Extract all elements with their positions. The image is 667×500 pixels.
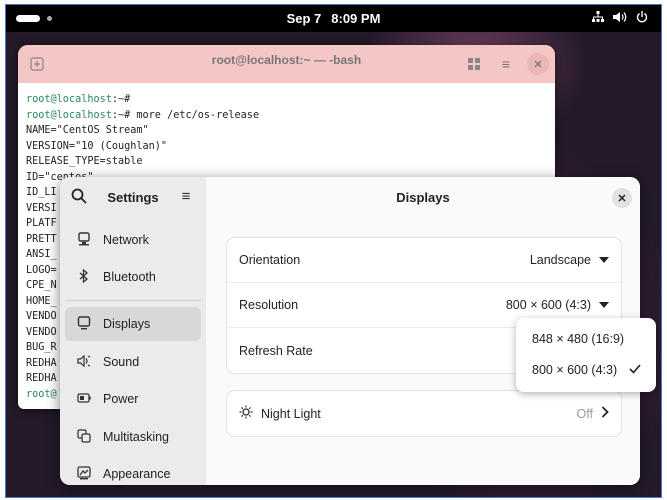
volume-icon bbox=[613, 11, 627, 26]
system-tray[interactable] bbox=[591, 11, 649, 26]
sidebar-title: Settings bbox=[107, 189, 159, 205]
terminal-text: PRETT bbox=[26, 233, 57, 245]
sidebar-item-label: Sound bbox=[103, 355, 140, 369]
sidebar-separator bbox=[65, 300, 201, 301]
orientation-value: Landscape bbox=[529, 253, 591, 267]
orientation-row[interactable]: Orientation Landscape bbox=[227, 238, 621, 283]
sidebar-item-power[interactable]: Power bbox=[65, 382, 201, 416]
terminal-text: HOME_ bbox=[26, 295, 57, 307]
terminal-text: VERSI bbox=[26, 202, 57, 214]
terminal-text: LOGO= bbox=[26, 264, 57, 276]
sidebar-item-label: Multitasking bbox=[103, 430, 169, 444]
terminal-header[interactable]: root@localhost:~ — -bash ≡ bbox=[18, 45, 555, 83]
clock-date[interactable]: Sep 7 bbox=[287, 11, 322, 26]
terminal-line: root@localhost:~# more /etc/os-release bbox=[26, 108, 547, 124]
display-icon bbox=[75, 315, 93, 333]
sidebar-item-multitasking[interactable]: Multitasking bbox=[65, 420, 201, 454]
refresh-rate-label: Refresh Rate bbox=[239, 343, 313, 358]
menu-icon[interactable]: ≡ bbox=[495, 53, 517, 75]
resolution-dropdown-menu: 848 × 480 (16:9) 800 × 600 (4:3) bbox=[516, 318, 656, 392]
sidebar-item-label: Appearance bbox=[103, 467, 171, 481]
network-icon bbox=[75, 231, 93, 249]
night-light-label: Night Light bbox=[261, 406, 321, 421]
clock: Sep 7 8:09 PM bbox=[6, 5, 661, 32]
terminal-prompt: root@localhost bbox=[26, 109, 112, 121]
terminal-text: RELEASE_TYPE=stable bbox=[26, 156, 143, 167]
network-wired-icon bbox=[591, 11, 605, 26]
grid-view-icon[interactable] bbox=[463, 53, 485, 75]
terminal-text: REDHA bbox=[26, 357, 57, 369]
dropdown-arrow-icon bbox=[599, 257, 609, 263]
close-icon bbox=[618, 194, 626, 202]
sidebar-item-sound[interactable]: Sound bbox=[65, 345, 201, 379]
resolution-label: Resolution bbox=[239, 298, 299, 312]
terminal-line: RELEASE_TYPE=stable bbox=[26, 154, 547, 170]
terminal-text: VENDO bbox=[26, 311, 57, 322]
night-light-status: Off bbox=[576, 406, 593, 421]
sidebar-item-label: Displays bbox=[103, 317, 151, 331]
sun-icon bbox=[239, 405, 253, 422]
night-light-card: Night Light Off bbox=[227, 391, 621, 436]
appearance-icon bbox=[75, 465, 93, 483]
terminal-text: VERSION="10 (Coughlan)" bbox=[26, 140, 168, 152]
sidebar-item-network[interactable]: Network bbox=[65, 223, 201, 257]
chevron-right-icon bbox=[601, 406, 609, 421]
activities-button[interactable] bbox=[16, 15, 52, 22]
sidebar-item-label: Power bbox=[103, 392, 139, 406]
power-menu-icon bbox=[635, 11, 649, 26]
sidebar-item-appearance[interactable]: Appearance bbox=[65, 457, 201, 485]
option-label: 800 × 600 (4:3) bbox=[532, 362, 618, 377]
checkmark-icon bbox=[629, 363, 641, 377]
orientation-label: Orientation bbox=[239, 253, 301, 267]
terminal-text: ID_LI bbox=[26, 187, 57, 198]
dropdown-arrow-icon bbox=[599, 302, 609, 308]
close-icon[interactable] bbox=[527, 53, 549, 75]
search-icon[interactable] bbox=[70, 187, 90, 207]
page-title: Displays bbox=[396, 189, 450, 205]
terminal-line: root@localhost:~# bbox=[26, 92, 547, 108]
terminal-prompt: root@ bbox=[26, 388, 57, 400]
close-button[interactable] bbox=[612, 188, 632, 208]
bluetooth-icon bbox=[75, 268, 93, 286]
terminal-title: root@localhost:~ — -bash bbox=[211, 53, 362, 67]
terminal-text: PLATF bbox=[26, 218, 57, 229]
sidebar-item-label: Bluetooth bbox=[103, 270, 156, 284]
terminal-text: VENDO bbox=[26, 326, 57, 338]
hamburger-menu-icon[interactable]: ≡ bbox=[176, 187, 196, 207]
desktop: Sep 7 8:09 PM root@localhost:~ — -bash ≡… bbox=[5, 4, 662, 498]
multitasking-icon bbox=[75, 428, 93, 446]
option-label: 848 × 480 (16:9) bbox=[532, 331, 625, 346]
terminal-text: REDHA bbox=[26, 373, 57, 384]
terminal-text: :~# bbox=[111, 94, 131, 105]
workspace-indicator bbox=[47, 16, 52, 21]
resolution-option-800x600[interactable]: 800 × 600 (4:3) bbox=[521, 354, 651, 385]
resolution-option-848x480[interactable]: 848 × 480 (16:9) bbox=[521, 323, 651, 354]
terminal-line: NAME="CentOS Stream" bbox=[26, 123, 547, 139]
panel-header: Displays bbox=[206, 177, 640, 217]
sidebar-header: Settings ≡ bbox=[60, 177, 206, 217]
sidebar-item-bluetooth[interactable]: Bluetooth bbox=[65, 260, 201, 294]
terminal-text: BUG_R bbox=[26, 342, 57, 353]
terminal-text: ANSI_ bbox=[26, 249, 57, 260]
terminal-prompt: root@localhost bbox=[26, 94, 112, 105]
resolution-value: 800 × 600 (4:3) bbox=[505, 298, 591, 312]
night-light-row[interactable]: Night Light Off bbox=[227, 391, 621, 436]
settings-sidebar: Settings ≡ Network Bluetooth Displays So… bbox=[60, 177, 206, 485]
sidebar-item-displays[interactable]: Displays bbox=[65, 307, 201, 341]
power-icon bbox=[75, 391, 93, 408]
terminal-text: NAME="CentOS Stream" bbox=[26, 125, 149, 136]
clock-time[interactable]: 8:09 PM bbox=[331, 11, 380, 26]
workspace-indicator-active bbox=[16, 15, 40, 22]
sidebar-item-label: Network bbox=[103, 233, 149, 247]
terminal-text: :~# more /etc/os-release bbox=[111, 109, 260, 121]
new-tab-icon[interactable] bbox=[26, 53, 48, 75]
terminal-line: VERSION="10 (Coughlan)" bbox=[26, 139, 547, 155]
top-bar: Sep 7 8:09 PM bbox=[6, 5, 661, 32]
terminal-text: CPE_N bbox=[26, 280, 57, 291]
sound-icon bbox=[75, 354, 93, 371]
